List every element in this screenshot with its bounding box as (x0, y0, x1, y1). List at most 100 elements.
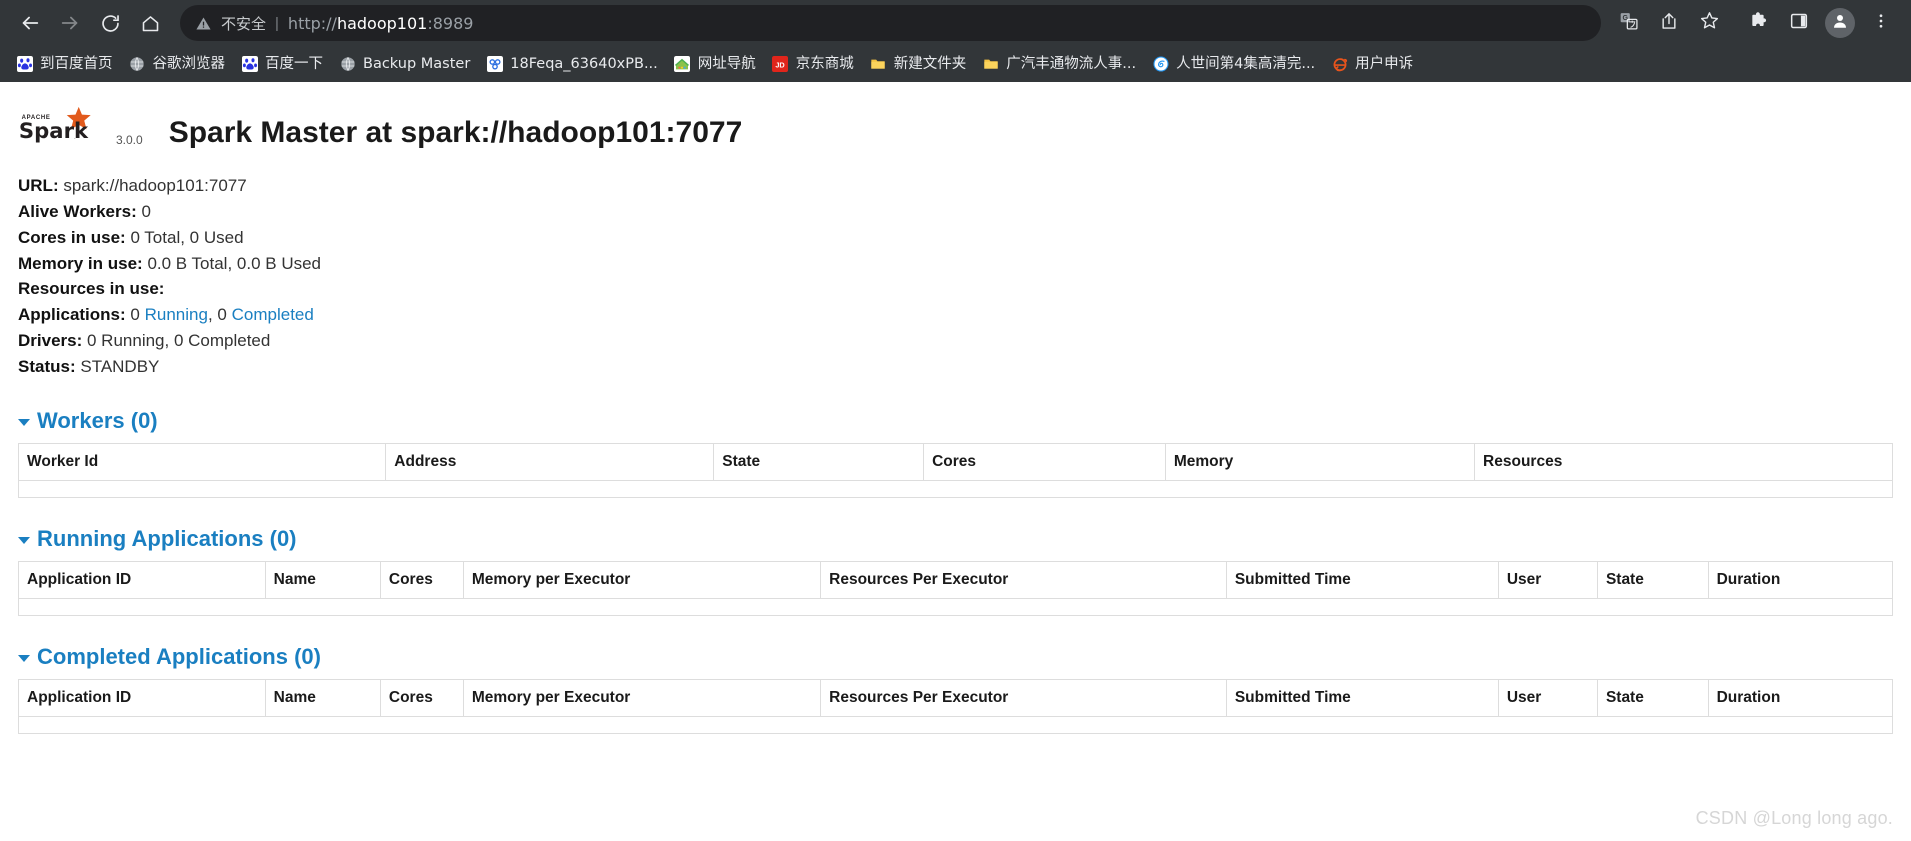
bookmark-item[interactable]: 网址导航 (666, 51, 764, 77)
bookmark-label: Backup Master (363, 55, 471, 72)
workers-section-header[interactable]: Workers (0) (18, 408, 1893, 434)
column-header[interactable]: Duration (1708, 679, 1893, 717)
summary-cores: Cores in use: 0 Total, 0 Used (18, 225, 1893, 251)
column-header[interactable]: Address (385, 443, 715, 481)
omnibox-separator: | (275, 14, 279, 32)
column-header[interactable]: User (1498, 561, 1598, 599)
bookmark-label: 广汽丰通物流人事... (1006, 55, 1137, 72)
summary-memory-value: 0.0 B Total, 0.0 B Used (147, 253, 322, 273)
profile-button[interactable] (1825, 8, 1855, 38)
column-header[interactable]: Cores (380, 561, 464, 599)
summary-drivers-value: 0 Running, 0 Completed (87, 331, 271, 351)
browser-toolbar: 不安全 | http://hadoop101:8989 G (0, 0, 1911, 46)
column-header[interactable]: State (1597, 561, 1709, 599)
workers-table: Worker Id Address State Cores Memory Resource… (18, 442, 1893, 498)
bookmark-label: 用户申诉 (1355, 55, 1414, 72)
completed-applications-section-title: Completed Applications (0) (37, 643, 321, 669)
bookmark-item[interactable]: 18Feqa_63640xPB... (478, 51, 666, 77)
column-header[interactable]: Memory per Executor (463, 679, 822, 717)
summary-cores-label: Cores in use: (18, 227, 126, 247)
url-host: hadoop101 (336, 13, 428, 33)
summary-status-label: Status: (18, 356, 76, 376)
completed-applications-table: Application ID Name Cores Memory per Execut… (18, 678, 1893, 734)
bookmark-item[interactable]: 人世间第4集高清完... (1144, 51, 1323, 77)
column-header[interactable]: Name (265, 679, 381, 717)
column-header[interactable]: Name (265, 561, 381, 599)
column-header[interactable]: State (713, 443, 925, 481)
back-button[interactable] (10, 3, 50, 43)
bookmark-label: 谷歌浏览器 (152, 55, 226, 72)
apache-spark-logo-icon[interactable]: APACHE Spark . (18, 105, 110, 151)
running-applications-section-header[interactable]: Running Applications (0) (18, 526, 1893, 552)
chrome-menu-icon (1872, 12, 1890, 35)
translate-button[interactable]: G (1611, 5, 1647, 41)
chevron-down-icon (18, 419, 30, 427)
share-icon (1659, 11, 1679, 36)
side-panel-button[interactable] (1781, 5, 1817, 41)
bilibili-icon (1152, 56, 1169, 73)
column-header[interactable]: Resources Per Executor (820, 561, 1227, 599)
column-header[interactable]: Memory per Executor (463, 561, 822, 599)
summary-drivers-label: Drivers: (18, 331, 83, 351)
summary-drivers: Drivers: 0 Running, 0 Completed (18, 328, 1893, 354)
workers-table-body (18, 480, 1893, 498)
bookmark-button[interactable] (1691, 5, 1727, 41)
bookmark-label: 新建文件夹 (893, 55, 967, 72)
column-header[interactable]: Cores (923, 443, 1166, 481)
logo-wrap: APACHE Spark . 3.0.0 (18, 105, 143, 151)
house-nav-icon (674, 56, 691, 73)
extensions-button[interactable] (1741, 5, 1777, 41)
column-header[interactable]: Duration (1708, 561, 1893, 599)
bookmark-label: 到百度首页 (40, 55, 113, 72)
home-button[interactable] (130, 3, 170, 43)
completed-applications-header-row: Application ID Name Cores Memory per Execut… (18, 679, 1893, 717)
column-header[interactable]: Resources (1474, 443, 1893, 481)
running-applications-link[interactable]: Running (145, 305, 208, 324)
back-arrow-icon (19, 12, 41, 34)
summary-applications: Applications: 0 Running, 0 Completed (18, 302, 1893, 328)
summary-url: URL: spark://hadoop101:7077 (18, 173, 1893, 199)
globe-icon (339, 56, 356, 73)
watermark: CSDN @Long long ago. (1695, 808, 1893, 828)
summary-memory-label: Memory in use: (18, 253, 143, 273)
profile-avatar-icon (1831, 12, 1849, 35)
svg-text:JD: JD (776, 60, 785, 69)
bookmark-item[interactable]: Backup Master (331, 51, 478, 77)
completed-applications-link[interactable]: Completed (232, 305, 314, 324)
running-applications-body (18, 598, 1893, 616)
column-header[interactable]: Application ID (18, 561, 266, 599)
bookmark-item[interactable]: 到百度首页 (8, 51, 121, 77)
bookmark-item[interactable]: 百度一下 (233, 51, 331, 77)
bookmark-item[interactable]: 广汽丰通物流人事... (974, 51, 1144, 77)
summary-status: Status: STANDBY (18, 354, 1893, 380)
address-bar[interactable]: 不安全 | http://hadoop101:8989 (180, 5, 1601, 41)
column-header[interactable]: Cores (380, 679, 464, 717)
chrome-menu-button[interactable] (1863, 5, 1899, 41)
share-button[interactable] (1651, 5, 1687, 41)
column-header[interactable]: Resources Per Executor (820, 679, 1227, 717)
bookmark-item[interactable]: 用户申诉 (1323, 51, 1421, 77)
summary-resources-label: Resources in use: (18, 279, 165, 299)
column-header[interactable]: User (1498, 679, 1598, 717)
summary-applications-label: Applications: (18, 305, 126, 325)
column-header[interactable]: Submitted Time (1226, 679, 1499, 717)
column-header[interactable]: Worker Id (18, 443, 387, 481)
chevron-down-icon (18, 655, 30, 663)
summary-resources: Resources in use: (18, 276, 1893, 302)
column-header[interactable]: Memory (1165, 443, 1476, 481)
bookmark-item[interactable]: 谷歌浏览器 (121, 51, 234, 77)
forward-button[interactable] (50, 3, 90, 43)
reload-button[interactable] (90, 3, 130, 43)
bookmark-item[interactable]: 新建文件夹 (862, 51, 975, 77)
globe-icon (129, 56, 146, 73)
bookmark-item[interactable]: JD 京东商城 (764, 51, 862, 77)
column-header[interactable]: Application ID (18, 679, 266, 717)
table-row (18, 480, 1893, 498)
extensions-puzzle-icon (1749, 10, 1770, 36)
chevron-down-icon (18, 537, 30, 545)
bookmarks-bar: 到百度首页 谷歌浏览器 百度一下 Backup Master 18Feqa_63640x… (0, 46, 1911, 82)
column-header[interactable]: Submitted Time (1226, 561, 1499, 599)
column-header[interactable]: State (1597, 679, 1709, 717)
forward-arrow-icon (59, 12, 81, 34)
completed-applications-section-header[interactable]: Completed Applications (0) (18, 644, 1893, 670)
